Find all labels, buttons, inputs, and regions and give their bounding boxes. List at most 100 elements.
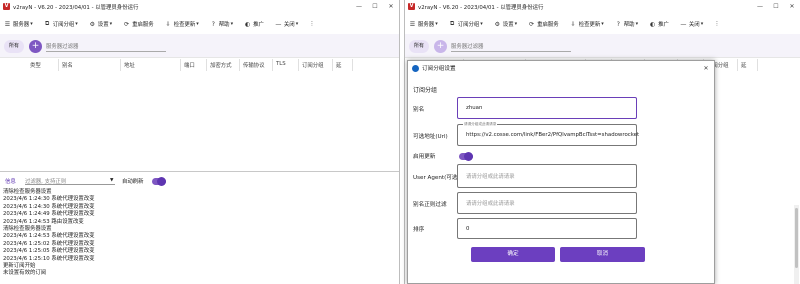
menu-icon: ☰ (409, 20, 416, 28)
main-window-left: V v2rayN - V6.20 - 2023/04/01 - 以管理员身份运行… (0, 0, 400, 284)
menu-icon: ⟳ (124, 20, 130, 28)
add-group-button[interactable]: + (29, 40, 42, 53)
group-all-chip[interactable]: 所有 (409, 40, 429, 53)
menu-item-3[interactable]: ⟳ 重启服务 (528, 20, 559, 29)
menu-item-6[interactable]: ◐ 推广 (244, 20, 264, 29)
caret-icon: ▾ (435, 21, 438, 27)
minimize-button[interactable]: — (752, 3, 768, 10)
menu-item-1[interactable]: ⧉ 订阅分组 ▾ (449, 20, 483, 28)
caret-icon: ▾ (480, 21, 483, 27)
menu-item-5[interactable]: ? 帮助 ▾ (210, 20, 234, 29)
sort-label: 排序 (413, 227, 425, 233)
column-header[interactable]: 传输协议 (243, 61, 265, 69)
log-line: 2023/4/6 1:24:30 系统代理设置改变 (3, 196, 95, 203)
menu-item-2[interactable]: ⚙ 设置 ▾ (494, 20, 518, 29)
subscription-settings-dialog: 订阅分组设置 ✕ 订阅分组 别名 zhuan 可选地址(Url) 请请分组或此请… (407, 60, 715, 284)
menu-label: 服务器 (418, 22, 435, 28)
app-icon (412, 64, 419, 72)
menu-icon: — (680, 20, 687, 28)
menu-label: 检查更新 (173, 22, 196, 28)
title-bar: V v2rayN - V6.20 - 2023/04/01 - 以管理员身份运行… (0, 0, 399, 13)
menu-item-3[interactable]: ⟳ 重启服务 (123, 20, 154, 29)
menu-item-2[interactable]: ⚙ 设置 ▾ (89, 20, 113, 29)
splitter[interactable] (0, 171, 399, 172)
maximize-button[interactable]: ☐ (367, 3, 383, 10)
menu-item-8[interactable]: ⋮ (714, 21, 719, 27)
menu-item-6[interactable]: ◐ 推广 (649, 20, 669, 29)
column-header[interactable]: 延 (336, 61, 341, 69)
filter-label: 别名正则过滤 (413, 202, 447, 208)
sort-input[interactable]: 0 (457, 218, 637, 239)
menu-label: ⋮ (714, 21, 720, 27)
menu-item-5[interactable]: ? 帮助 ▾ (615, 20, 638, 29)
menu-label: 订阅分组 (52, 22, 75, 28)
menu-label: 帮助 (218, 22, 230, 28)
column-header[interactable]: 订阅分组 (302, 61, 324, 69)
menu-icon: ? (211, 20, 215, 28)
minimize-button[interactable]: — (351, 3, 367, 10)
column-header[interactable]: 类型 (30, 61, 41, 69)
ok-button[interactable]: 确定 (471, 247, 555, 262)
filter-input[interactable]: 请请分组或此请请录 (457, 192, 637, 214)
log-info-label: 信息 (5, 179, 16, 185)
user-agent-input[interactable]: 请请分组或此请请录 (457, 164, 637, 188)
caret-icon: ▾ (196, 21, 199, 27)
log-output: 清除检查服务器设置 2023/4/6 1:24:30 系统代理设置改变 2023/4… (3, 189, 253, 278)
log-line: 2023/4/6 1:24:49 系统代理设置改变 (3, 211, 95, 218)
caret-icon: ▾ (514, 21, 518, 27)
menu-label: 设置 (502, 22, 514, 28)
dialog-close-button[interactable]: ✕ (698, 65, 714, 72)
menu-bar: ☰ 服务器 ▾ ⧉ 订阅分组 ▾ ⚙ 设置 ▾ ⟳ 重启服务 ⇩ 检查更新 ▾? 帮助 ▾ ◐ 推广 — 关闭 ▾ ⋮ (0, 14, 399, 34)
caret-icon: ▾ (75, 21, 78, 27)
menu-item-0[interactable]: ☰ 服务器 ▾ (4, 20, 33, 29)
scrollbar[interactable] (794, 205, 799, 284)
column-header[interactable]: 加密方式 (210, 61, 232, 69)
column-header[interactable]: 端口 (184, 61, 195, 69)
url-value: https://v2.cosse.com/link/FBer2/PfQlvamp… (466, 132, 640, 138)
enable-update-toggle[interactable] (459, 152, 473, 161)
close-button[interactable]: ✕ (784, 3, 800, 10)
dialog-title: 订阅分组设置 (422, 66, 456, 72)
app-icon: V (408, 3, 415, 10)
app-icon: V (3, 3, 10, 10)
menu-label: 推广 (658, 22, 669, 28)
log-filter-input[interactable]: 过滤器, 支持正则 (25, 177, 115, 185)
sort-value: 0 (466, 225, 470, 232)
log-line: 未设置有效的订阅 (3, 270, 47, 277)
menu-label: 设置 (97, 22, 109, 28)
menu-item-7[interactable]: — 关闭 ▾ (680, 20, 703, 29)
menu-label: ⋮ (309, 21, 315, 27)
server-filter-bar: 所有 + 服务器过滤器 (0, 34, 399, 58)
menu-item-8[interactable]: ⋮ (309, 21, 314, 27)
cancel-button[interactable]: 取消 (560, 247, 645, 262)
menu-item-4[interactable]: ⇩ 检查更新 ▾ (165, 20, 199, 29)
caret-icon: ▾ (230, 21, 234, 27)
menu-item-4[interactable]: ⇩ 检查更新 ▾ (570, 20, 604, 29)
menu-item-7[interactable]: — 关闭 ▾ (275, 20, 299, 29)
menu-item-0[interactable]: ☰ 服务器 ▾ (409, 20, 438, 29)
autoscroll-toggle[interactable] (152, 177, 166, 186)
close-button[interactable]: ✕ (383, 3, 399, 10)
autoscroll-label: 自动刷新 (122, 179, 144, 185)
url-input[interactable]: 请请分组或此请请录 https://v2.cosse.com/link/FBer… (457, 122, 640, 146)
column-header[interactable]: 延 (741, 61, 746, 69)
server-filter-input[interactable]: 服务器过滤器 (451, 42, 571, 52)
column-header[interactable]: 地址 (124, 61, 135, 69)
menu-icon: ⚙ (494, 20, 500, 28)
remarks-input[interactable]: zhuan (457, 97, 637, 119)
maximize-button[interactable]: ☐ (768, 3, 784, 10)
column-header[interactable]: 别名 (62, 61, 73, 69)
server-filter-input[interactable]: 服务器过滤器 (46, 42, 166, 52)
menu-label: 帮助 (623, 22, 635, 28)
menu-icon: — (275, 20, 282, 28)
caret-icon: ▾ (295, 21, 299, 27)
column-header[interactable]: TLS (276, 61, 286, 67)
menu-item-1[interactable]: ⧉ 订阅分组 ▾ (44, 20, 78, 28)
menu-icon: ⇩ (165, 20, 171, 28)
chevron-down-icon[interactable]: ▼ (110, 178, 113, 183)
add-group-button[interactable]: + (434, 40, 447, 53)
group-all-chip[interactable]: 所有 (4, 40, 24, 53)
log-line: 2023/4/6 1:24:53 系统代理设置改变 (3, 233, 95, 240)
url-floating-label: 请请分组或此请请录 (463, 122, 498, 127)
menu-icon: ☰ (4, 20, 11, 28)
